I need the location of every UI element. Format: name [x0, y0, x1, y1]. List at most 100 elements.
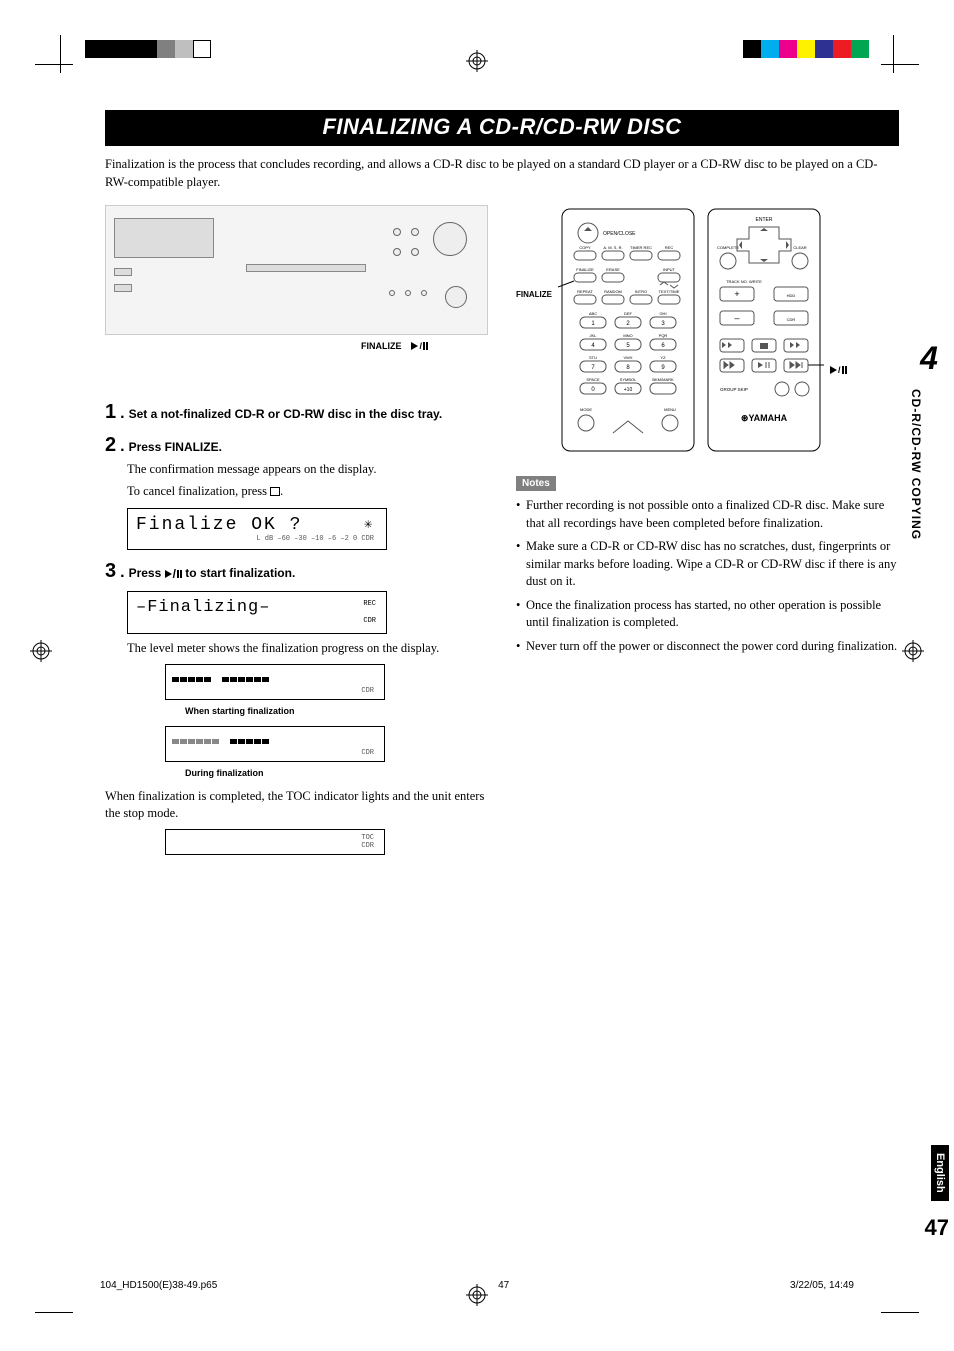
- svg-text:CDR: CDR: [787, 317, 796, 322]
- step-body: To cancel finalization, press .: [127, 483, 488, 501]
- page-number: 47: [925, 1215, 949, 1241]
- svg-text:ENTER: ENTER: [756, 217, 773, 223]
- note-item: Make sure a CD-R or CD-RW disc has no sc…: [516, 538, 899, 591]
- chapter-number: 4: [909, 340, 949, 377]
- svg-text:PQR: PQR: [659, 333, 668, 338]
- finalize-button-label: FINALIZE: [361, 341, 402, 351]
- lcd-sub-text: L dB –60 –30 –10 –6 –2 0 CDR: [136, 535, 378, 543]
- play-pause-callout-label: /: [830, 205, 847, 375]
- color-bar-left: [85, 40, 211, 58]
- svg-text:STU: STU: [589, 355, 597, 360]
- svg-text:MODE: MODE: [580, 407, 592, 412]
- lcd-text: –Finalizing–: [136, 598, 270, 617]
- lcd-display-finalize-ok: Finalize OK ? L dB –60 –30 –10 –6 –2 0 C…: [127, 508, 387, 550]
- svg-text:DEF: DEF: [624, 311, 633, 316]
- svg-text:MNO: MNO: [623, 333, 632, 338]
- svg-text:TEXT/TIME: TEXT/TIME: [659, 289, 680, 294]
- svg-text:GHI: GHI: [659, 311, 666, 316]
- notes-title: Notes: [516, 476, 556, 491]
- page-content: FINALIZING A CD-R/CD-RW DISC Finalizatio…: [105, 110, 899, 1251]
- play-pause-button-label: /: [411, 341, 428, 351]
- svg-text:JKL: JKL: [590, 333, 598, 338]
- step-number: 3: [105, 560, 116, 583]
- step-body: The level meter shows the finalization p…: [127, 640, 488, 658]
- remote-right-svg: ENTER COMPLETE CLEAR: [704, 205, 824, 455]
- footer-file: 104_HD1500(E)38-49.p65: [100, 1280, 217, 1291]
- stop-icon: [270, 487, 280, 496]
- svg-text:TIMER REC: TIMER REC: [630, 245, 652, 250]
- step-number: 2: [105, 434, 116, 457]
- svg-text:⊛YAMAHA: ⊛YAMAHA: [741, 413, 788, 423]
- device-label-row: FINALIZE /: [105, 341, 488, 351]
- svg-text:YZ: YZ: [660, 355, 666, 360]
- svg-text:TRACK NO. WRITE: TRACK NO. WRITE: [726, 279, 762, 284]
- left-column: FINALIZE / 1. Set a not-finalized CD-R o…: [105, 205, 488, 861]
- lcd-meter-start: CDR: [165, 664, 385, 700]
- svg-text:BKM/MARK: BKM/MARK: [652, 377, 674, 382]
- lcd-display-finalizing: –Finalizing– REC CDR: [127, 591, 387, 634]
- chapter-tab: 4 CD-R/CD-RW COPYING: [909, 340, 949, 540]
- svg-text:COMPLETE: COMPLETE: [717, 245, 739, 250]
- intro-text: Finalization is the process that conclud…: [105, 156, 899, 191]
- notes-list: Further recording is not possible onto a…: [516, 497, 899, 655]
- registration-mark-bottom: [466, 1284, 488, 1306]
- busy-icon: [364, 518, 378, 532]
- svg-text:+10: +10: [624, 387, 633, 393]
- footer-page: 47: [498, 1280, 509, 1291]
- footer-date: 3/22/05, 14:49: [790, 1280, 854, 1291]
- svg-text:CLEAR: CLEAR: [793, 245, 806, 250]
- svg-text:REPEAT: REPEAT: [577, 289, 593, 294]
- crop-mark: [881, 64, 919, 65]
- step-2: 2. Press FINALIZE. The confirmation mess…: [105, 434, 488, 500]
- step-title: Press FINALIZE.: [129, 440, 222, 454]
- remote-control-figure: FINALIZE OPEN/CLOSE COPY A. M. S. R. TIM…: [516, 205, 899, 455]
- lcd-toc-complete: TOC CDR: [165, 829, 385, 855]
- note-item: Never turn off the power or disconnect t…: [516, 638, 899, 656]
- step-1: 1. Set a not-finalized CD-R or CD-RW dis…: [105, 401, 488, 424]
- svg-text:HDD: HDD: [787, 293, 796, 298]
- lcd-meter-during: CDR: [165, 726, 385, 762]
- rec-indicator: REC: [363, 600, 376, 608]
- crop-mark: [893, 35, 894, 73]
- svg-text:GROUP SKIP: GROUP SKIP: [720, 387, 748, 392]
- svg-text:–: –: [734, 313, 739, 323]
- remote-left-svg: OPEN/CLOSE COPY A. M. S. R. TIMER REC RE…: [558, 205, 698, 455]
- svg-text:VWX: VWX: [623, 355, 632, 360]
- cdr-label: CDR: [172, 749, 378, 757]
- after-finalization-text: When finalization is completed, the TOC …: [105, 788, 488, 823]
- cdr-label: CDR: [361, 842, 374, 850]
- language-tab: English: [931, 1145, 949, 1201]
- note-item: Once the finalization process has starte…: [516, 597, 899, 632]
- svg-text:COPY: COPY: [579, 245, 591, 250]
- svg-text:INPUT: INPUT: [663, 267, 676, 272]
- registration-mark-top: [466, 50, 488, 72]
- svg-text:FINALIZE: FINALIZE: [576, 267, 594, 272]
- svg-text:+: +: [734, 289, 739, 299]
- step-number: 1: [105, 401, 116, 424]
- svg-text:SPACE: SPACE: [586, 377, 600, 382]
- svg-text:SYMBOL: SYMBOL: [620, 377, 637, 382]
- svg-text:INTRO: INTRO: [635, 289, 647, 294]
- svg-text:REC: REC: [665, 245, 674, 250]
- device-front-panel-figure: [105, 205, 488, 335]
- svg-text:RANDOM: RANDOM: [604, 289, 622, 294]
- svg-text:ERASE: ERASE: [606, 267, 620, 272]
- step-title: Press / to start finalization.: [129, 566, 296, 581]
- svg-text:ABC: ABC: [589, 311, 597, 316]
- crop-mark: [60, 35, 61, 73]
- section-title: FINALIZING A CD-R/CD-RW DISC: [105, 110, 899, 146]
- finalize-callout-label: FINALIZE: [516, 205, 552, 299]
- cdr-label: CDR: [172, 687, 378, 695]
- right-column: FINALIZE OPEN/CLOSE COPY A. M. S. R. TIM…: [516, 205, 899, 861]
- caption-start-finalization: When starting finalization: [185, 706, 488, 716]
- caption-during-finalization: During finalization: [185, 768, 488, 778]
- registration-mark-left: [30, 640, 52, 662]
- step-body: The confirmation message appears on the …: [127, 461, 488, 479]
- chapter-label: CD-R/CD-RW COPYING: [909, 389, 923, 540]
- cdr-indicator: CDR: [363, 617, 376, 625]
- lcd-text: Finalize OK ?: [136, 515, 302, 535]
- registration-mark-right: [902, 640, 924, 662]
- crop-mark: [881, 1312, 919, 1313]
- crop-mark: [35, 1312, 73, 1313]
- step-3: 3. Press / to start finalization.: [105, 560, 488, 583]
